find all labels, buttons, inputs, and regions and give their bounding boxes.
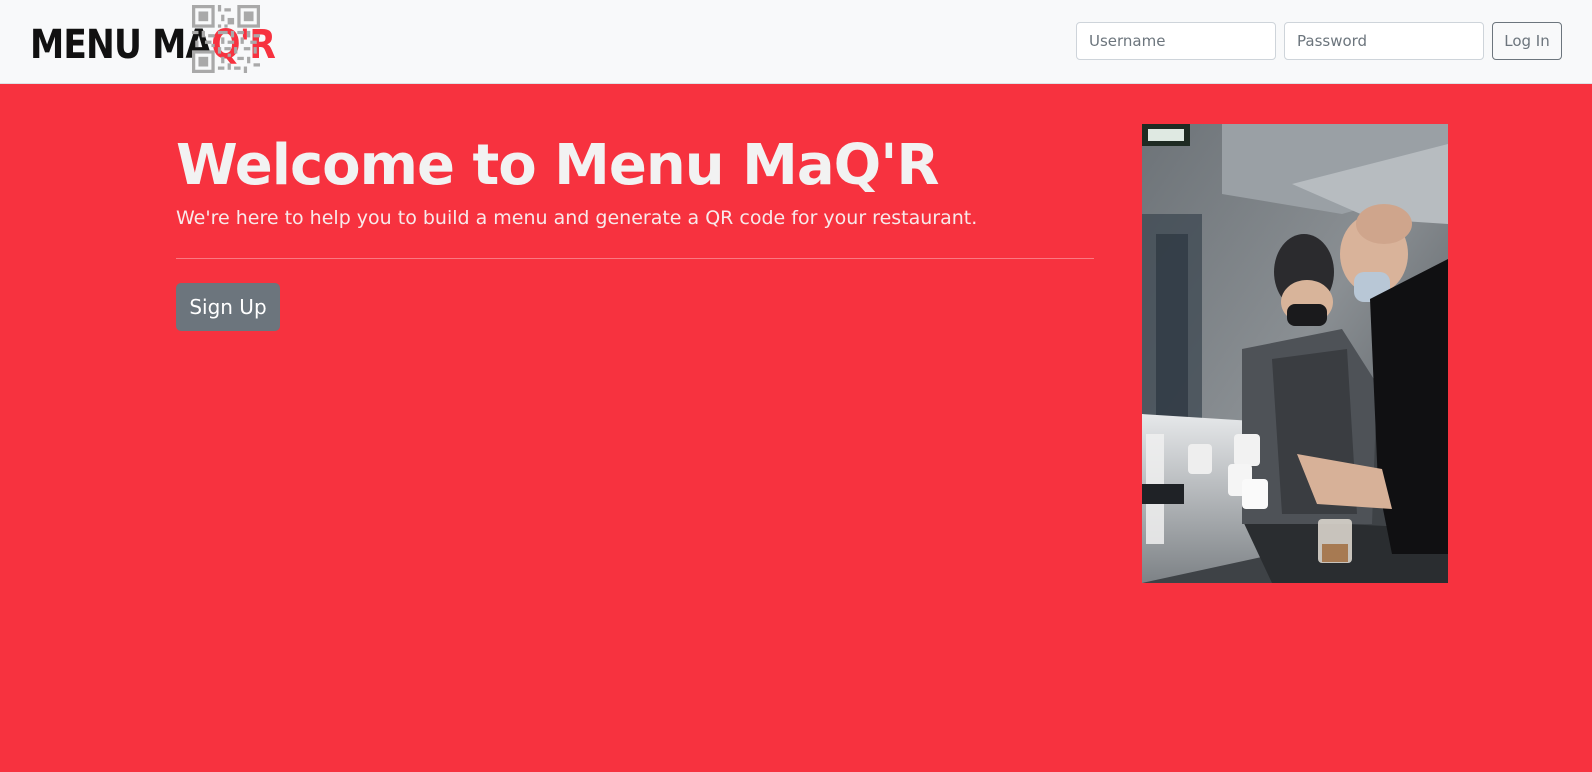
username-input[interactable] xyxy=(1076,22,1276,60)
kitchen-staff-photo xyxy=(1142,124,1448,583)
hero-lead-text: We're here to help you to build a menu a… xyxy=(176,207,978,229)
signup-button[interactable]: Sign Up xyxy=(176,283,280,331)
login-button[interactable]: Log In xyxy=(1492,22,1562,60)
qr-code-icon xyxy=(192,5,260,73)
brand-logo[interactable]: MENU MAQ'R xyxy=(30,4,276,74)
navbar: MENU MAQ'R Log In xyxy=(0,0,1592,84)
login-form: Log In xyxy=(1076,22,1562,60)
kitchen-photo-illustration xyxy=(1142,124,1448,583)
hero-divider xyxy=(176,258,1094,259)
password-input[interactable] xyxy=(1284,22,1484,60)
hero-section: Welcome to Menu MaQ'R We're here to help… xyxy=(176,128,1094,331)
page-title: Welcome to Menu MaQ'R xyxy=(176,133,940,198)
